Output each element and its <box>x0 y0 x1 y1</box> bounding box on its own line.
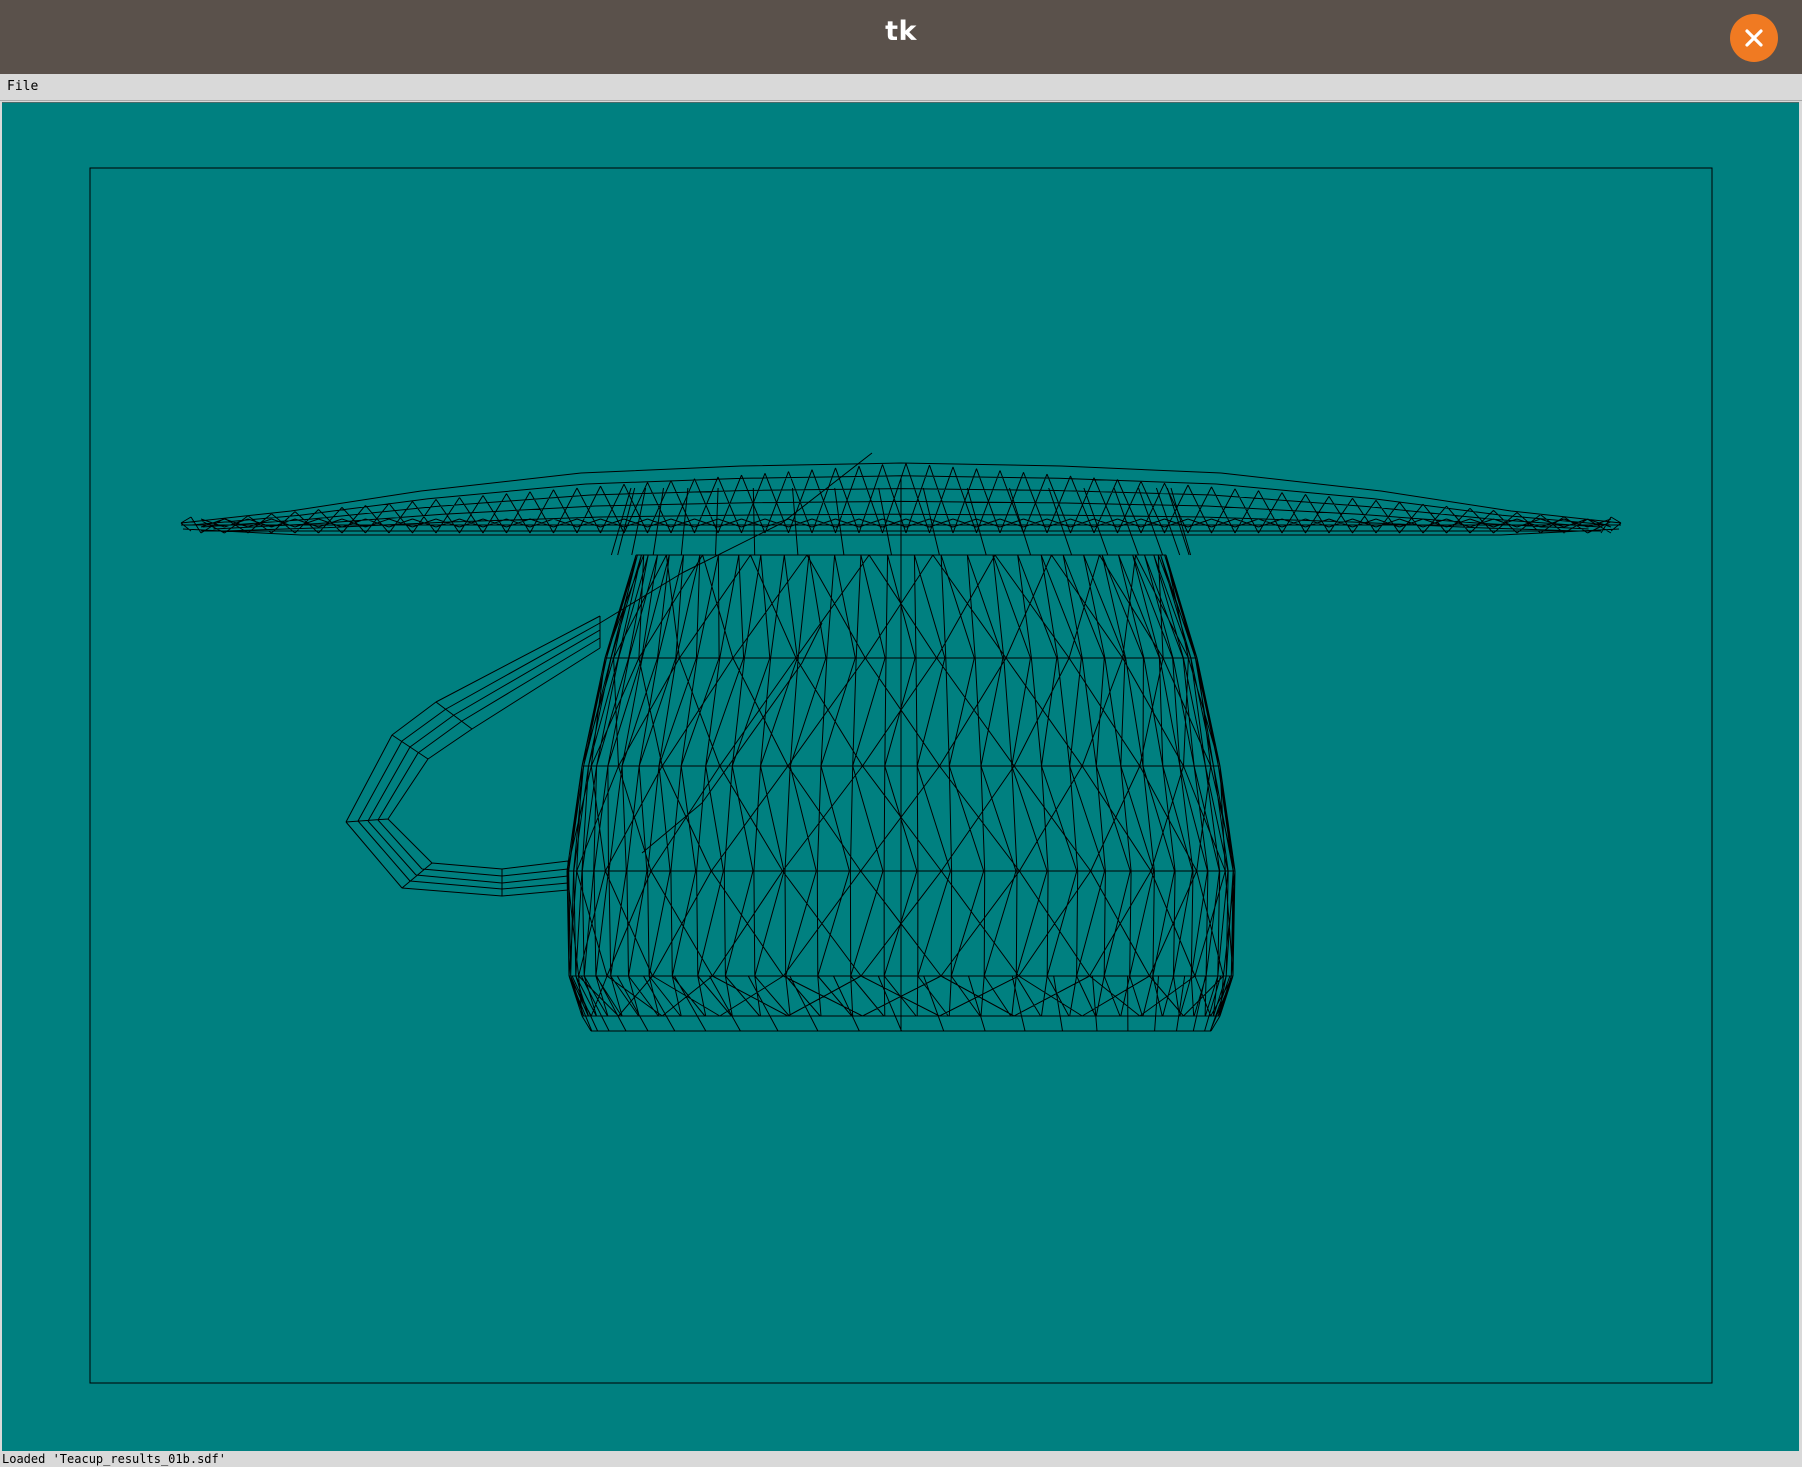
status-bar: Loaded 'Teacup_results_01b.sdf' <box>0 1452 1802 1467</box>
close-button[interactable] <box>1730 14 1778 62</box>
title-bar[interactable]: tk <box>0 0 1802 74</box>
wireframe-viewport <box>89 167 1713 1384</box>
drawing-canvas[interactable] <box>2 102 1799 1451</box>
menu-bar: File <box>0 74 1802 101</box>
close-icon <box>1745 29 1763 47</box>
status-text: Loaded 'Teacup_results_01b.sdf' <box>2 1452 226 1466</box>
teacup-wireframe <box>180 452 1622 1032</box>
window-title: tk <box>885 16 917 47</box>
app-window: tk File Loaded 'Teacup_results_01b.sdf' <box>0 0 1802 1467</box>
cup-body-wireframe <box>566 478 1236 1032</box>
menu-file[interactable]: File <box>4 78 41 95</box>
